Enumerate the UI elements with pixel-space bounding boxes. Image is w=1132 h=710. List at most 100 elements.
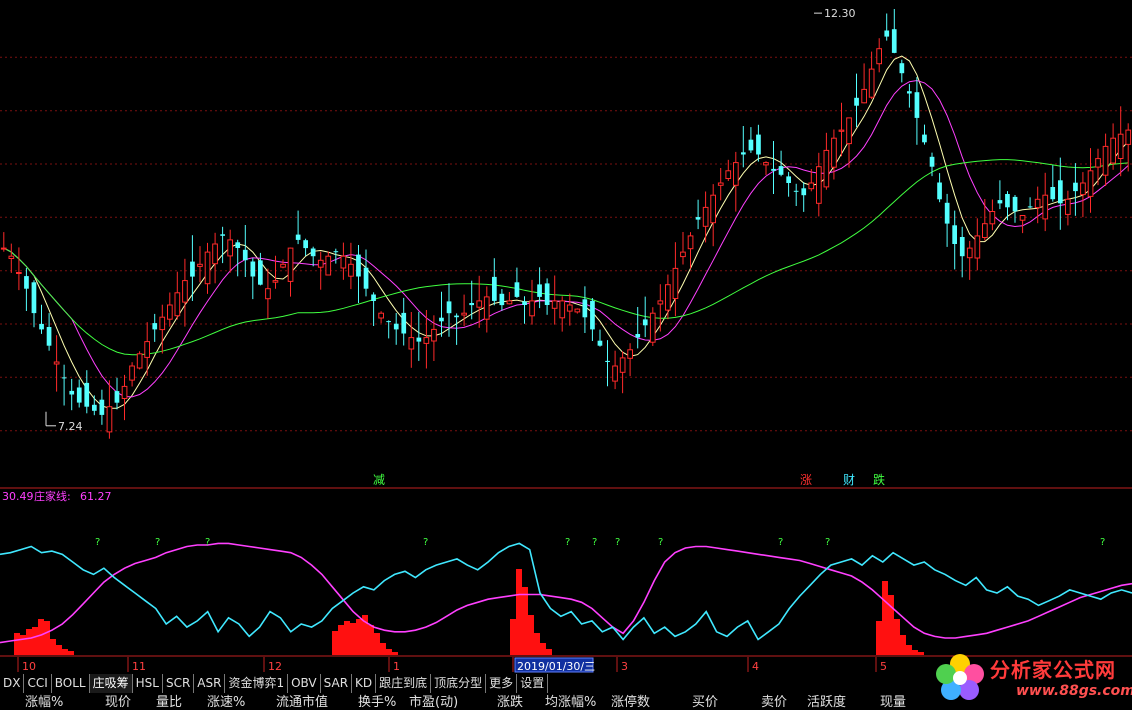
indicator-bar (918, 652, 924, 655)
candle-up (476, 300, 483, 308)
candle-down (907, 91, 912, 94)
candle-up (287, 247, 294, 282)
candle-up (816, 166, 822, 204)
quote-column-header[interactable]: 涨幅% (25, 694, 63, 708)
indicator-tab[interactable]: HSL (133, 674, 163, 693)
candle-down (801, 188, 807, 196)
candle-down (1073, 182, 1078, 192)
quote-column-header[interactable]: 现价 (105, 694, 131, 708)
indicator-tab[interactable]: CCI (24, 674, 52, 693)
moving-average-lines (3, 55, 1129, 409)
candle-down (69, 390, 75, 395)
candle-down (24, 276, 29, 289)
candle-down (959, 237, 965, 257)
indicator-marker: ? (205, 537, 210, 548)
candle-down (778, 166, 784, 175)
candle-down (416, 337, 422, 342)
indicator-tab[interactable]: 更多 (486, 674, 518, 693)
candle-up (1095, 158, 1101, 168)
candle-up (1065, 198, 1071, 215)
candle-down (258, 260, 263, 285)
quote-column-header[interactable]: 涨跌 (497, 694, 523, 708)
time-label: 10 (22, 660, 36, 673)
time-label: 3 (621, 660, 628, 673)
candle-up (612, 365, 618, 382)
indicator-tab[interactable]: KD (352, 674, 377, 693)
candle-up (121, 385, 128, 399)
quote-column-header[interactable]: 卖价 (761, 694, 787, 708)
candle-down (31, 282, 37, 314)
candle-up (1125, 129, 1132, 145)
indicator-tab[interactable]: 设置 (517, 674, 549, 693)
indicator-tab[interactable]: SCR (163, 674, 195, 693)
quote-column-header[interactable]: 换手% (358, 694, 396, 708)
candle-up (1019, 215, 1026, 221)
candle-up (167, 304, 173, 320)
quote-column-header[interactable]: 市盈(动) (409, 694, 458, 708)
candle-down (152, 323, 158, 330)
quote-column-header[interactable]: 流通市值 (276, 694, 328, 708)
indicator-bar (38, 619, 44, 655)
candle-down (929, 156, 935, 167)
indicator-bar (540, 643, 546, 655)
stock-chart[interactable]: 12.30 7.24 减 涨 财 跌 30.49 庄家线: 61.27 ??????????… (0, 0, 1132, 708)
indicator-tab[interactable]: 跟庄到底 (376, 674, 432, 693)
indicator-tab[interactable]: ASR (194, 674, 226, 693)
candle-up (280, 263, 286, 268)
indicator-bar (516, 569, 522, 655)
indicator-tab[interactable]: 顶底分型 (431, 674, 487, 693)
indicator-tab[interactable]: 资金博弈1 (225, 674, 289, 693)
candle-down (1005, 194, 1010, 208)
indicator-bar (350, 623, 356, 655)
indicator-bar (534, 633, 540, 655)
candle-down (605, 360, 610, 362)
quote-column-header[interactable]: 涨停数 (611, 694, 650, 708)
candle-down (333, 251, 339, 253)
candle-up (408, 337, 415, 350)
candle-down (295, 234, 301, 240)
candle-up (325, 255, 332, 276)
candle-up (672, 267, 679, 299)
candle-down (899, 63, 905, 74)
indicator-tab[interactable]: SAR (321, 674, 353, 693)
time-label: 5 (880, 660, 887, 673)
candle-down (114, 391, 120, 403)
quote-column-header[interactable]: 现量 (880, 694, 906, 708)
candle-down (454, 315, 459, 318)
candle-down (952, 225, 957, 244)
candle-down (741, 152, 746, 155)
indicator-marker: ? (1100, 537, 1105, 548)
indicator-bar (338, 625, 344, 655)
indicator-tab[interactable]: BOLL (52, 674, 90, 693)
candle-down (363, 267, 369, 289)
candle-up (974, 235, 981, 259)
candle-down (356, 254, 361, 277)
quote-column-header[interactable]: 均涨幅% (545, 694, 596, 708)
indicator-tab[interactable]: DX (0, 674, 25, 693)
indicator-bar (368, 625, 374, 655)
candle-up (317, 259, 324, 268)
time-label: 1 (393, 660, 400, 673)
candle-down (303, 240, 308, 249)
signal-label: 减 (373, 473, 385, 487)
candle-up (838, 129, 845, 132)
candle-down (522, 301, 527, 305)
candle-up (483, 296, 490, 320)
candle-down (642, 319, 648, 326)
candle-up (461, 312, 467, 316)
signal-label: 财 (843, 473, 855, 487)
indicator-tab[interactable]: OBV (288, 674, 321, 693)
indicator-marker: ? (423, 537, 428, 548)
zhuangjia-line (0, 542, 1132, 644)
quote-column-header[interactable]: 活跃度 (807, 694, 846, 708)
candle-up (702, 206, 709, 227)
logo-text: 分析家公式网 (990, 658, 1116, 682)
quote-column-header[interactable]: 量比 (156, 694, 182, 708)
quote-column-header[interactable]: 涨速% (207, 694, 245, 708)
indicator-tab[interactable]: 庄吸筹 (89, 674, 133, 693)
candle-down (386, 321, 391, 323)
candle-down (914, 92, 920, 118)
quote-column-header[interactable]: 买价 (692, 694, 718, 708)
zhuangjia-label: 庄家线: (34, 489, 71, 503)
candle-up (710, 194, 716, 224)
